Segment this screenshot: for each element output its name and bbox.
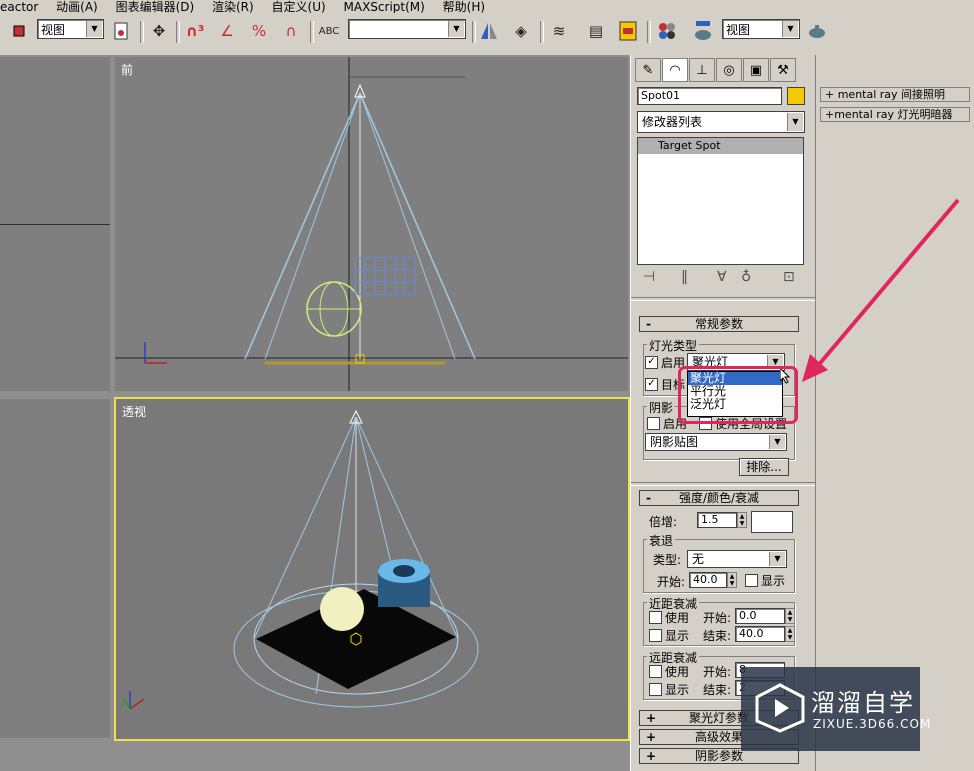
snap-3d-icon[interactable]: ∩³ (184, 19, 206, 43)
annotation-highlight-box (678, 366, 798, 424)
stack-toolbar: ⊣ ‖ ∀ ♁ ⊡ (637, 269, 805, 291)
stack-item-target-spot[interactable]: Target Spot (638, 138, 803, 154)
multiplier-field[interactable]: 1.5 (697, 512, 737, 528)
near-show-checkbox[interactable] (649, 629, 662, 642)
pin-stack-icon[interactable]: ⊣ (643, 269, 655, 285)
percent-snap-icon[interactable]: % (248, 19, 270, 43)
far-show-label: 显示 (665, 683, 690, 697)
modify-tab-icon[interactable]: ◠ (662, 58, 688, 82)
near-end-label: 结束: (703, 629, 732, 643)
far-use-checkbox[interactable] (649, 665, 662, 678)
rollup-intensity[interactable]: - 强度/颜色/衰减 (639, 490, 799, 506)
near-end-spinner[interactable]: ▲ ▼ (785, 626, 795, 642)
remove-modifier-icon[interactable]: ♁ (741, 269, 751, 285)
perspective-scene (123, 409, 479, 710)
utilities-tab-icon[interactable]: ⚒ (770, 58, 796, 82)
menu-rendering[interactable]: 渲染(R) (212, 1, 254, 13)
decay-start-spinner[interactable]: ▲ ▼ (727, 572, 737, 588)
shadow-group-label: 阴影 (647, 399, 676, 416)
secondary-rollout-panel: + mental ray 间接照明 +mental ray 灯光明暗器 (815, 55, 974, 771)
viewport-front[interactable]: 前 (115, 57, 628, 391)
menu-reactor[interactable]: eactor (0, 1, 38, 13)
light-color-swatch[interactable] (751, 511, 793, 533)
viewport-perspective[interactable]: 透视 (114, 397, 630, 741)
far-use-label: 使用 (665, 665, 690, 679)
curve-editor-icon[interactable]: ▤ (585, 19, 607, 43)
mirror-icon[interactable] (478, 19, 500, 43)
schematic-view-icon[interactable] (617, 19, 639, 43)
near-use-checkbox[interactable] (649, 611, 662, 624)
far-show-checkbox[interactable] (649, 683, 662, 696)
watermark-title: 溜溜自学 (811, 689, 915, 717)
rollup-mr-shader[interactable]: +mental ray 灯光明暗器 (820, 107, 970, 122)
hierarchy-tab-icon[interactable]: ⊥ (689, 58, 715, 82)
modifier-stack[interactable]: Target Spot (637, 137, 804, 265)
display-tab-icon[interactable]: ▣ (743, 58, 769, 82)
make-unique-icon[interactable]: ∀ (717, 269, 727, 285)
annotation-arrow-icon (802, 198, 960, 382)
near-start-spinner[interactable]: ▲ ▼ (785, 608, 795, 624)
front-scene (115, 57, 628, 391)
decay-type-label: 类型: (653, 553, 682, 567)
quick-render-icon[interactable] (806, 19, 828, 43)
named-selection-set-combo[interactable]: ▼ (348, 19, 466, 39)
target-checkbox[interactable]: ✓ (645, 378, 658, 391)
align-icon[interactable]: ◈ (510, 19, 532, 43)
menu-maxscript[interactable]: MAXScript(M) (344, 1, 425, 13)
decay-group-label: 衰退 (647, 532, 676, 549)
main-toolbar: 视图 ▼ ✥ ∩³ ∠ % ∩ ABC ▼ ◈ ≋ ▤ 视图 ▼ (0, 13, 974, 56)
multiplier-label: 倍增: (649, 515, 678, 529)
render-scene-icon[interactable] (692, 19, 714, 43)
menu-customize[interactable]: 自定义(U) (272, 1, 326, 13)
exclude-button[interactable]: 排除... (739, 458, 789, 476)
shadow-type-dropdown[interactable]: 阴影贴图 ▼ (645, 433, 787, 451)
menu-bar: eactor 动画(A) 图表编辑器(D) 渲染(R) 自定义(U) MAXSc… (0, 0, 974, 13)
modifier-list-dropdown[interactable]: 修改器列表 ▼ (637, 111, 805, 133)
watermark-url: ZIXUE.3D66.COM (813, 717, 932, 731)
render-type-combo[interactable]: 视图 ▼ (722, 19, 800, 39)
near-end-field[interactable]: 40.0 (735, 626, 785, 642)
watermark: 溜溜自学 ZIXUE.3D66.COM (741, 667, 930, 751)
near-start-field[interactable]: 0.0 (735, 608, 785, 624)
layer-manager-icon[interactable]: ≋ (548, 19, 570, 43)
select-object-icon[interactable] (8, 19, 30, 43)
decay-show-checkbox[interactable] (745, 574, 758, 587)
decay-type-dropdown[interactable]: 无 ▼ (687, 550, 787, 568)
named-selection-icon[interactable]: ABC (318, 19, 340, 43)
reference-coord-combo[interactable]: 视图 ▼ (37, 19, 104, 39)
viewport-top-left[interactable] (0, 57, 110, 391)
light-type-group-label: 灯光类型 (647, 337, 700, 354)
material-editor-icon[interactable] (656, 19, 678, 43)
near-show-label: 显示 (665, 629, 690, 643)
motion-tab-icon[interactable]: ◎ (716, 58, 742, 82)
select-link-icon[interactable]: ✥ (148, 19, 170, 43)
angle-snap-icon[interactable]: ∠ (216, 19, 238, 43)
object-color-swatch[interactable] (787, 87, 805, 105)
decay-start-field[interactable]: 40.0 (689, 572, 727, 588)
show-end-result-icon[interactable]: ‖ (681, 269, 688, 285)
decay-show-label: 显示 (761, 574, 786, 588)
menu-animation[interactable]: 动画(A) (56, 1, 98, 13)
near-use-label: 使用 (665, 611, 690, 625)
far-start-label: 开始: (703, 665, 732, 679)
viewport-bottom-left[interactable] (0, 399, 110, 738)
watermark-logo-icon (755, 683, 805, 733)
pivot-center-icon[interactable] (110, 19, 132, 43)
object-name-field[interactable]: Spot01 (637, 87, 782, 105)
near-start-label: 开始: (703, 611, 732, 625)
far-end-label: 结束: (703, 683, 732, 697)
rollup-general-params[interactable]: - 常规参数 (639, 316, 799, 332)
multiplier-spinner[interactable]: ▲ ▼ (737, 512, 747, 528)
create-tab-icon[interactable]: ✎ (635, 58, 661, 82)
menu-help[interactable]: 帮助(H) (443, 1, 485, 13)
rollup-mr-indirect[interactable]: + mental ray 间接照明 (820, 87, 970, 102)
decay-start-label: 开始: (657, 575, 686, 589)
shadow-enable-checkbox[interactable] (647, 417, 660, 430)
light-enable-checkbox[interactable]: ✓ (645, 356, 658, 369)
spinner-snap-icon[interactable]: ∩ (280, 19, 302, 43)
menu-graph-editors[interactable]: 图表编辑器(D) (116, 1, 195, 13)
